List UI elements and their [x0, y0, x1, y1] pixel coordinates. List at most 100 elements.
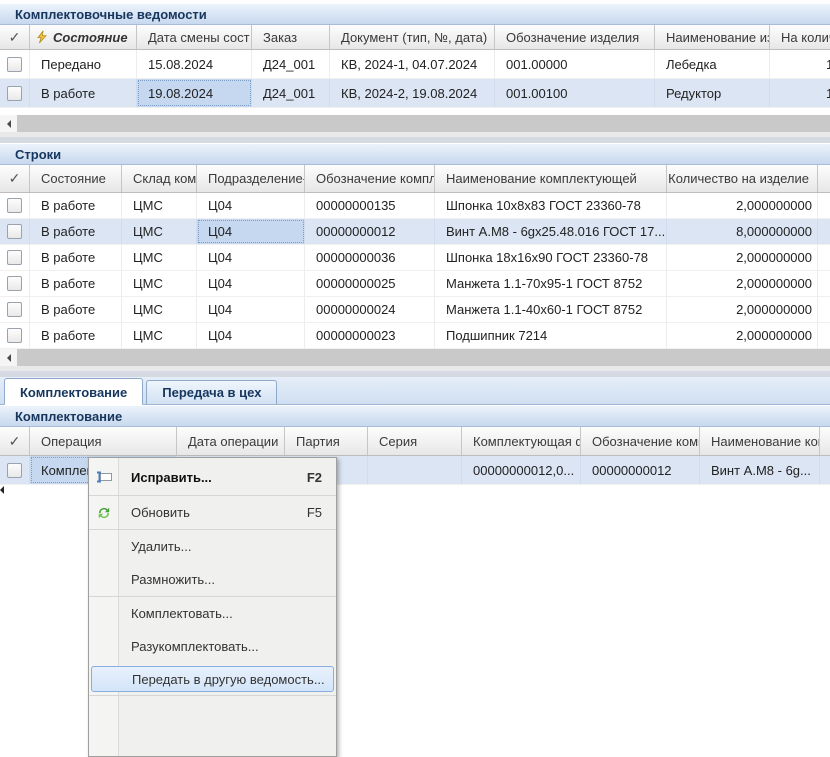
cell-kf[interactable]: 00000000012,0...: [462, 456, 581, 484]
cell-name[interactable]: Редуктор: [655, 79, 770, 107]
cell-extra[interactable]: [818, 245, 830, 270]
cell-qty[interactable]: 2,000000000: [667, 323, 818, 348]
cell-name[interactable]: Подшипник 7214: [435, 323, 667, 348]
column-header-extra[interactable]: К: [820, 427, 830, 455]
cell-podr[interactable]: Ц04: [197, 271, 305, 296]
cell-sklad[interactable]: ЦМС: [122, 271, 197, 296]
cell-oboz[interactable]: 00000000036: [305, 245, 435, 270]
cell-qty[interactable]: 1: [770, 50, 830, 78]
scroll-left-icon-partial[interactable]: [0, 486, 4, 494]
row-checkbox-cell[interactable]: [0, 50, 30, 78]
checkbox[interactable]: [7, 328, 22, 343]
checkbox[interactable]: [7, 250, 22, 265]
cell-podr[interactable]: Ц04: [197, 297, 305, 322]
column-header-sklad[interactable]: Склад комп: [122, 165, 197, 192]
cell-state[interactable]: В работе: [30, 271, 122, 296]
row-checkbox-cell[interactable]: [0, 271, 30, 296]
cell-qty[interactable]: 2,000000000: [667, 297, 818, 322]
cell-name[interactable]: Винт А.М8 - 6gx25.48.016 ГОСТ 17...: [435, 219, 667, 244]
cell-oboz[interactable]: 00000000012: [305, 219, 435, 244]
cell-state[interactable]: В работе: [30, 323, 122, 348]
cell-state[interactable]: В работе: [30, 245, 122, 270]
cell-extra[interactable]: [818, 193, 830, 218]
cell-oboz[interactable]: 00000000024: [305, 297, 435, 322]
row-checkbox-cell[interactable]: [0, 193, 30, 218]
scroll-left-button[interactable]: [0, 115, 17, 132]
tab-peredacha-v-ceh[interactable]: Передача в цех: [146, 380, 277, 404]
row-checkbox-cell[interactable]: [0, 456, 30, 484]
checkbox[interactable]: [7, 276, 22, 291]
cell-qty[interactable]: 8,000000000: [667, 219, 818, 244]
column-header-name[interactable]: Наименование изд: [655, 25, 770, 49]
cell-doc[interactable]: КВ, 2024-2, 19.08.2024: [330, 79, 495, 107]
column-header-kf[interactable]: Комплектующая ф: [462, 427, 581, 455]
checkbox[interactable]: [7, 224, 22, 239]
horizontal-scrollbar[interactable]: [0, 349, 830, 366]
cell-oboz[interactable]: 00000000025: [305, 271, 435, 296]
column-header-qty[interactable]: Количество на изделие: [667, 165, 818, 192]
scrollbar-thumb[interactable]: [17, 115, 830, 132]
cell-order[interactable]: Д24_001: [252, 79, 330, 107]
cell-qty[interactable]: 1: [770, 79, 830, 107]
cell-podr[interactable]: Ц04: [197, 193, 305, 218]
cell-podr[interactable]: Ц04: [197, 323, 305, 348]
cell-sklad[interactable]: ЦМС: [122, 219, 197, 244]
cell-sklad[interactable]: ЦМС: [122, 323, 197, 348]
table-row[interactable]: В работе ЦМС Ц04 00000000024 Манжета 1.1…: [0, 297, 830, 323]
cell-qty[interactable]: 2,000000000: [667, 193, 818, 218]
column-header-order[interactable]: Заказ: [252, 25, 330, 49]
cell-oboz[interactable]: 00000000012: [581, 456, 700, 484]
cell-date-focused[interactable]: 19.08.2024: [137, 79, 252, 107]
menu-item-refresh[interactable]: Обновить F5: [89, 496, 336, 529]
row-checkbox-cell[interactable]: [0, 79, 30, 107]
cell-extra[interactable]: [818, 323, 830, 348]
cell-name[interactable]: Шпонка 18x16x90 ГОСТ 23360-78: [435, 245, 667, 270]
cell-name[interactable]: Шпонка 10x8x83 ГОСТ 23360-78: [435, 193, 667, 218]
column-header-op[interactable]: Операция: [30, 427, 177, 455]
cell-name[interactable]: Лебедка: [655, 50, 770, 78]
column-header-date[interactable]: Дата смены сост: [137, 25, 252, 49]
cell-extra[interactable]: [818, 297, 830, 322]
table-row[interactable]: В работе ЦМС Ц04 00000000025 Манжета 1.1…: [0, 271, 830, 297]
cell-state[interactable]: В работе: [30, 297, 122, 322]
scrollbar-thumb[interactable]: [17, 349, 830, 366]
cell-podr-focused[interactable]: Ц04: [197, 219, 305, 244]
cell-extra[interactable]: [820, 456, 830, 484]
cell-name[interactable]: Манжета 1.1-70x95-1 ГОСТ 8752: [435, 271, 667, 296]
select-all-header[interactable]: ✓: [0, 427, 30, 455]
cell-designation[interactable]: 001.00000: [495, 50, 655, 78]
cell-extra[interactable]: [818, 219, 830, 244]
cell-doc[interactable]: КВ, 2024-1, 04.07.2024: [330, 50, 495, 78]
cell-sklad[interactable]: ЦМС: [122, 193, 197, 218]
table-row[interactable]: В работе ЦМС Ц04 00000000036 Шпонка 18x1…: [0, 245, 830, 271]
menu-item-transfer-to-other-vedomost[interactable]: Передать в другую ведомость...: [91, 666, 334, 692]
cell-oboz[interactable]: 00000000135: [305, 193, 435, 218]
checkbox[interactable]: [7, 302, 22, 317]
select-all-header[interactable]: ✓: [0, 165, 30, 192]
menu-item-razukomplektovat[interactable]: Разукомплектовать...: [89, 630, 336, 663]
row-checkbox-cell[interactable]: [0, 297, 30, 322]
menu-item-delete[interactable]: Удалить...: [89, 530, 336, 563]
cell-state[interactable]: Передано: [30, 50, 137, 78]
column-header-oboz[interactable]: Обозначение комп: [581, 427, 700, 455]
menu-item-duplicate[interactable]: Размножить...: [89, 563, 336, 596]
cell-sklad[interactable]: ЦМС: [122, 297, 197, 322]
cell-seria[interactable]: [368, 456, 462, 484]
cell-order[interactable]: Д24_001: [252, 50, 330, 78]
horizontal-scrollbar[interactable]: [0, 115, 830, 132]
row-checkbox-cell[interactable]: [0, 219, 30, 244]
cell-state[interactable]: В работе: [30, 193, 122, 218]
cell-state[interactable]: В работе: [30, 79, 137, 107]
menu-item-edit[interactable]: Исправить... F2: [89, 459, 336, 495]
column-header-state[interactable]: Состояние: [30, 25, 137, 49]
column-header-party[interactable]: Партия: [285, 427, 368, 455]
cell-name[interactable]: Манжета 1.1-40x60-1 ГОСТ 8752: [435, 297, 667, 322]
checkbox[interactable]: [7, 86, 22, 101]
cell-oboz[interactable]: 00000000023: [305, 323, 435, 348]
cell-podr[interactable]: Ц04: [197, 245, 305, 270]
column-header-oboz[interactable]: Обозначение компле: [305, 165, 435, 192]
checkbox[interactable]: [7, 198, 22, 213]
tab-komplektovanie[interactable]: Комплектование: [4, 378, 143, 405]
column-header-seria[interactable]: Серия: [368, 427, 462, 455]
column-header-designation[interactable]: Обозначение изделия: [495, 25, 655, 49]
